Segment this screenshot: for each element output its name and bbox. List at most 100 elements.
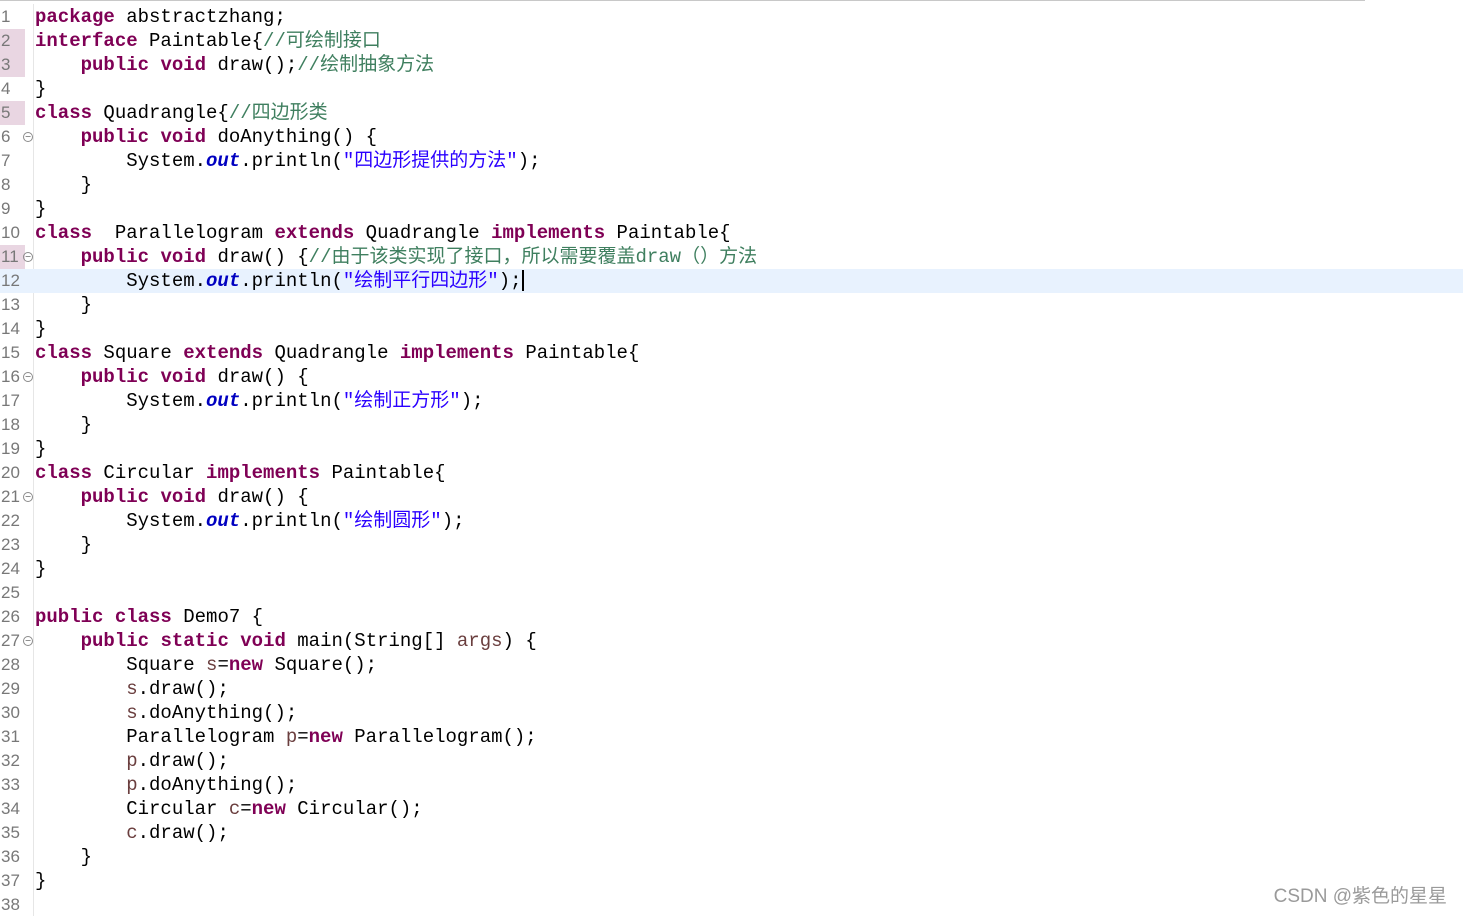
code-line-text[interactable]: public void draw();//绘制抽象方法 (35, 53, 434, 77)
code-line-text[interactable]: public void draw() { (35, 365, 309, 389)
code-line-text[interactable]: } (35, 869, 46, 893)
code-token: .println( (240, 510, 343, 532)
code-line[interactable]: 2 interface Paintable{//可绘制接口 (0, 29, 1463, 53)
code-line[interactable]: 28 Square s=new Square(); (0, 653, 1463, 677)
code-line[interactable]: 33 p.doAnything(); (0, 773, 1463, 797)
code-line-text[interactable]: s.draw(); (35, 677, 229, 701)
code-line[interactable]: 34 Circular c=new Circular(); (0, 797, 1463, 821)
code-token: c (126, 822, 138, 844)
code-line-text[interactable]: Circular c=new Circular(); (35, 797, 423, 821)
code-line-text[interactable]: } (35, 557, 46, 581)
code-line[interactable]: 1 package abstractzhang; (0, 5, 1463, 29)
code-line-text[interactable]: } (35, 77, 46, 101)
code-line[interactable]: 16− public void draw() { (0, 365, 1463, 389)
code-token: ); (517, 150, 541, 172)
code-line[interactable]: 37} (0, 869, 1463, 893)
code-line-text[interactable]: } (35, 293, 92, 317)
code-line[interactable]: 14} (0, 317, 1463, 341)
collapse-fold-icon[interactable]: − (23, 132, 33, 142)
code-line[interactable]: 15 class Square extends Quadrangle implem… (0, 341, 1463, 365)
code-line-text[interactable]: package abstractzhang; (35, 5, 286, 29)
code-token: .doAnything(); (137, 774, 298, 796)
code-token: class (35, 222, 93, 244)
code-line-text[interactable]: class Circular implements Paintable{ (35, 461, 446, 485)
code-line[interactable]: 4} (0, 77, 1463, 101)
code-line[interactable]: 22 System.out.println("绘制圆形"); (0, 509, 1463, 533)
code-line-text[interactable]: } (35, 413, 92, 437)
code-token: Quadrangle (263, 342, 400, 364)
code-line[interactable]: 3 public void draw();//绘制抽象方法 (0, 53, 1463, 77)
code-line-text[interactable]: c.draw(); (35, 821, 229, 845)
code-line[interactable]: 25 (0, 581, 1463, 605)
line-number: 13 (1, 295, 20, 314)
code-line[interactable]: 11− public void draw() {//由于该类实现了接口，所以需要… (0, 245, 1463, 269)
code-token: System. (35, 510, 207, 532)
code-line[interactable]: 10 class Parallelogram extends Quadrangle… (0, 221, 1463, 245)
code-line[interactable]: 38 (0, 893, 1463, 917)
code-line-text[interactable]: } (35, 173, 92, 197)
collapse-fold-icon[interactable]: − (23, 492, 33, 502)
code-line-text[interactable]: } (35, 437, 46, 461)
code-line-text[interactable]: class Parallelogram extends Quadrangle i… (35, 221, 731, 245)
code-line[interactable]: 20 class Circular implements Paintable{ (0, 461, 1463, 485)
code-line[interactable]: 7 System.out.println("四边形提供的方法"); (0, 149, 1463, 173)
code-line-text[interactable]: Square s=new Square(); (35, 653, 377, 677)
code-token: main(String[] (285, 630, 457, 652)
code-line-text[interactable]: public void draw() { (35, 485, 309, 509)
code-line-text[interactable]: } (35, 845, 92, 869)
code-line-text[interactable]: System.out.println("绘制正方形"); (35, 389, 483, 413)
code-line-text[interactable]: s.doAnything(); (35, 701, 297, 725)
code-line-text[interactable]: Parallelogram p=new Parallelogram(); (35, 725, 537, 749)
code-token: c (228, 798, 241, 820)
code-line[interactable]: 19} (0, 437, 1463, 461)
collapse-fold-icon[interactable]: − (23, 636, 33, 646)
code-line[interactable]: 21− public void draw() { (0, 485, 1463, 509)
code-line[interactable]: 32 p.draw(); (0, 749, 1463, 773)
code-line[interactable]: 36 } (0, 845, 1463, 869)
code-line-text[interactable]: class Square extends Quadrangle implemen… (35, 341, 639, 365)
code-line[interactable]: 35 c.draw(); (0, 821, 1463, 845)
code-line-text[interactable]: class Quadrangle{//四边形类 (35, 101, 328, 125)
code-token: extends (183, 342, 264, 364)
code-line[interactable]: 12 System.out.println("绘制平行四边形"); (0, 269, 1463, 293)
code-line-text[interactable]: public class Demo7 { (35, 605, 263, 629)
code-token: abstractzhang; (114, 6, 286, 28)
code-line-text[interactable]: p.doAnything(); (35, 773, 297, 797)
code-line-text[interactable]: p.draw(); (35, 749, 229, 773)
collapse-fold-icon[interactable]: − (23, 372, 33, 382)
code-line-text[interactable]: public void draw() {//由于该类实现了接口，所以需要覆盖dr… (35, 245, 757, 269)
code-line[interactable]: 6 − public void doAnything() { (0, 125, 1463, 149)
code-line[interactable]: 13 } (0, 293, 1463, 317)
code-line[interactable]: 17 System.out.println("绘制正方形"); (0, 389, 1463, 413)
code-line[interactable]: 8 } (0, 173, 1463, 197)
code-line[interactable]: 23 } (0, 533, 1463, 557)
code-line[interactable]: 18 } (0, 413, 1463, 437)
code-token: .println( (240, 390, 343, 412)
code-line[interactable]: 31 Parallelogram p=new Parallelogram(); (0, 725, 1463, 749)
code-line[interactable]: 26 public class Demo7 { (0, 605, 1463, 629)
code-line[interactable]: 24} (0, 557, 1463, 581)
code-line[interactable]: 5 class Quadrangle{//四边形类 (0, 101, 1463, 125)
code-editor[interactable]: 1 package abstractzhang; 2 interface Painta… (0, 0, 1463, 916)
code-line[interactable]: 30 s.doAnything(); (0, 701, 1463, 725)
code-line-text[interactable]: interface Paintable{//可绘制接口 (35, 29, 381, 53)
code-line[interactable]: 29 s.draw(); (0, 677, 1463, 701)
code-line-text[interactable]: } (35, 197, 46, 221)
code-token: Parallelogram (92, 222, 275, 244)
code-line[interactable]: 27− public static void main(String[] arg… (0, 629, 1463, 653)
line-number: 14 (1, 319, 20, 338)
code-line-text[interactable]: System.out.println("四边形提供的方法"); (35, 149, 541, 173)
line-number: 28 (1, 655, 20, 674)
code-line-text[interactable]: System.out.println("绘制圆形"); (35, 509, 464, 533)
code-line-text[interactable]: public static void main(String[] args) { (35, 629, 537, 653)
code-line-text[interactable]: public void doAnything() { (35, 125, 377, 149)
collapse-fold-icon[interactable]: − (23, 252, 33, 262)
code-line-text[interactable]: } (35, 533, 92, 557)
code-line-text[interactable]: System.out.println("绘制平行四边形"); (35, 269, 524, 293)
line-number: 20 (1, 463, 20, 482)
code-line[interactable]: 9} (0, 197, 1463, 221)
line-number: 18 (1, 415, 20, 434)
code-line-text[interactable]: } (35, 317, 46, 341)
